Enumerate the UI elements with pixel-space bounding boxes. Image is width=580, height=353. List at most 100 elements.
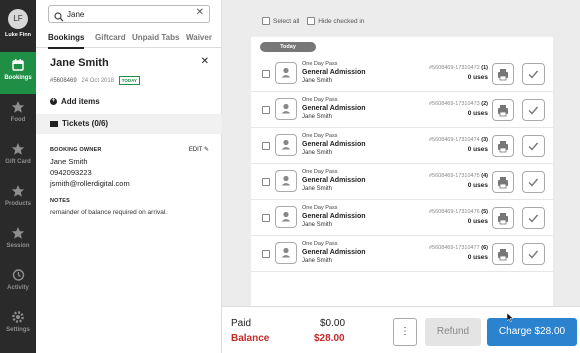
ticket-uses: 0 uses: [467, 146, 488, 153]
search-icon: [54, 9, 64, 22]
more-options-button[interactable]: ⋮: [393, 318, 417, 346]
ticket-id-code: #5608469-17310476: [428, 209, 480, 215]
ticket-title: General Admission: [302, 249, 366, 256]
close-icon[interactable]: ✕: [201, 56, 209, 67]
ticket-number: (6): [481, 245, 488, 251]
ticket-type: One Day Pass: [302, 61, 338, 67]
add-items-button[interactable]: + Add items: [50, 97, 100, 106]
nav-label-products: Products: [4, 201, 31, 207]
nav-label-session: Session: [6, 243, 30, 249]
person-icon[interactable]: [275, 62, 297, 84]
ticket-type: One Day Pass: [302, 205, 338, 211]
select-all-label: Select all: [273, 17, 300, 25]
plus-icon: +: [50, 98, 57, 106]
ticket-type: One Day Pass: [302, 133, 338, 139]
print-button[interactable]: [492, 63, 514, 85]
nav-item-gift-card[interactable]: Gift Card: [0, 136, 36, 178]
tab-unpaid-tabs[interactable]: Unpaid Tabs: [132, 33, 179, 42]
nav-item-bookings[interactable]: Bookings: [0, 52, 36, 94]
nav-item-food[interactable]: Food: [0, 94, 36, 136]
user-profile[interactable]: LF Luke Finn: [0, 0, 36, 52]
ticket-row: One Day Pass General Admission Jane Smit…: [251, 56, 553, 92]
add-items-label: Add items: [61, 97, 100, 106]
ticket-holder: Jane Smith: [302, 258, 333, 264]
ticket-title: General Admission: [302, 105, 366, 112]
ticket-uses: 0 uses: [467, 110, 488, 117]
ticket-checkbox[interactable]: [262, 142, 270, 150]
check-in-button[interactable]: [522, 207, 545, 229]
ticket-checkbox[interactable]: [262, 214, 270, 222]
check-in-button[interactable]: [522, 135, 545, 157]
today-badge: TODAY: [118, 76, 141, 85]
ticket-checkbox[interactable]: [262, 178, 270, 186]
ticket-id-code: #5608469-17310477: [428, 245, 480, 251]
avatar: LF: [8, 9, 28, 29]
booking-meta: #5608469 24 Oct 2018 TODAY: [50, 76, 141, 85]
booking-owner-label: BOOKING OWNER: [50, 147, 102, 153]
ticket-title: General Admission: [302, 177, 366, 184]
list-filters: Select all Hide checked in: [262, 17, 364, 25]
print-button[interactable]: [492, 207, 514, 229]
person-icon[interactable]: [275, 170, 297, 192]
nav-item-settings[interactable]: Settings: [0, 304, 36, 346]
check-in-button[interactable]: [522, 99, 545, 121]
star-icon: [11, 142, 25, 156]
ticket-number: (3): [481, 137, 488, 143]
edit-owner-button[interactable]: EDIT ✎: [189, 146, 209, 153]
history-icon: [11, 268, 25, 282]
person-icon[interactable]: [275, 98, 297, 120]
ticket-uses: 0 uses: [467, 74, 488, 81]
ticket-id: #5608469-17310475 (4): [429, 173, 488, 179]
print-button[interactable]: [492, 171, 514, 193]
check-in-button[interactable]: [522, 63, 545, 85]
person-icon[interactable]: [275, 242, 297, 264]
person-icon[interactable]: [275, 206, 297, 228]
print-button[interactable]: [492, 135, 514, 157]
clear-search-icon[interactable]: ✕: [196, 7, 204, 18]
tab-waiver[interactable]: Waiver: [186, 33, 212, 42]
paid-value: $0.00: [320, 318, 346, 329]
ticket-holder: Jane Smith: [302, 150, 333, 156]
ticket-title: General Admission: [302, 213, 366, 220]
nav-item-session[interactable]: Session: [0, 220, 36, 262]
ticket-holder: Jane Smith: [302, 78, 333, 84]
ticket-checkbox[interactable]: [262, 250, 270, 258]
nav-item-products[interactable]: Products: [0, 178, 36, 220]
owner-email: jsmith@rollerdigital.com: [50, 179, 130, 188]
ticket-number: (4): [481, 173, 488, 179]
ticket-type: One Day Pass: [302, 169, 338, 175]
ticket-icon: [50, 120, 58, 127]
ticket-row: One Day Pass General Admission Jane Smit…: [251, 164, 553, 200]
star-icon: [11, 100, 25, 114]
select-all-checkbox[interactable]: [262, 17, 270, 25]
hide-checked-checkbox[interactable]: [307, 17, 316, 25]
check-in-button[interactable]: [522, 171, 545, 193]
ticket-row: One Day Pass General Admission Jane Smit…: [251, 236, 553, 272]
ticket-holder: Jane Smith: [302, 114, 333, 120]
ticket-checkbox[interactable]: [262, 70, 270, 78]
select-all-control[interactable]: Select all: [262, 17, 300, 25]
ticket-uses: 0 uses: [467, 218, 488, 225]
nav-label-gift-card: Gift Card: [5, 159, 31, 165]
charge-button[interactable]: Charge $28.00: [487, 318, 577, 346]
person-icon[interactable]: [275, 134, 297, 156]
hide-checked-label: Hide checked in: [318, 17, 365, 25]
refund-button[interactable]: Refund: [425, 318, 481, 346]
hide-checked-control[interactable]: Hide checked in: [307, 17, 365, 25]
tickets-section-header[interactable]: Tickets (0/6): [36, 114, 222, 134]
tab-bookings[interactable]: Bookings: [48, 33, 85, 49]
ticket-id-code: #5608469-17310474: [428, 137, 480, 143]
ticket-uses: 0 uses: [467, 254, 488, 261]
check-in-button[interactable]: [522, 243, 545, 265]
ticket-id: #5608469-17310477 (6): [429, 245, 488, 251]
print-button[interactable]: [492, 243, 514, 265]
nav-item-activity[interactable]: Activity: [0, 262, 36, 304]
ticket-checkbox[interactable]: [262, 106, 270, 114]
ticket-row: One Day Pass General Admission Jane Smit…: [251, 92, 553, 128]
tab-giftcard[interactable]: Giftcard: [95, 33, 126, 42]
ticket-title: General Admission: [302, 69, 366, 76]
pencil-icon: ✎: [203, 147, 209, 153]
search-input[interactable]: [67, 8, 187, 20]
print-button[interactable]: [492, 99, 514, 121]
left-nav: LF Luke Finn Bookings Food Gift Card Pro…: [0, 0, 36, 353]
